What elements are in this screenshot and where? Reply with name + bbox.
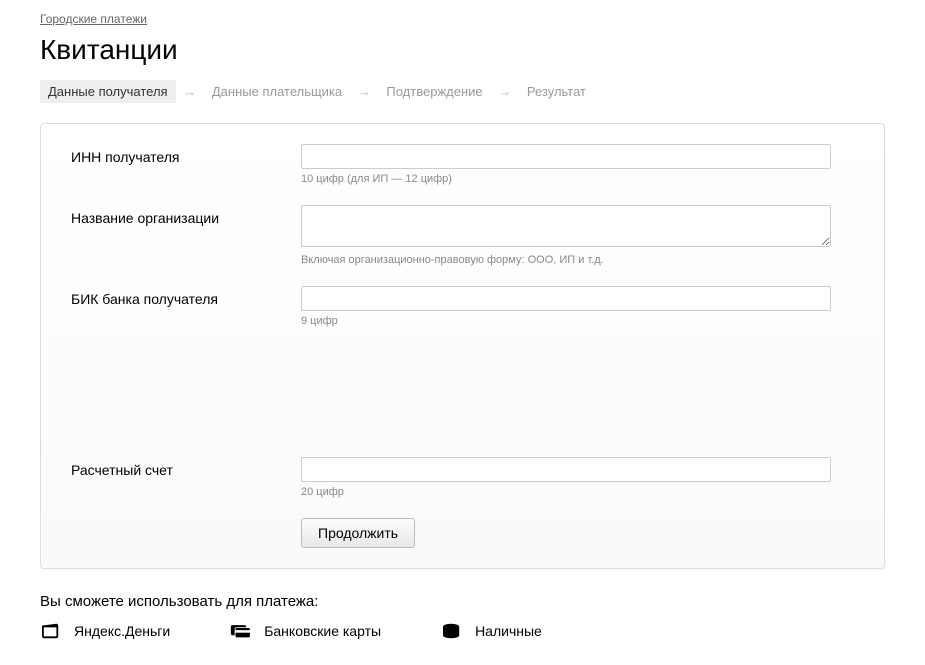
payment-methods: Яндекс.Деньги Банковские карты Наличные — [40, 622, 885, 640]
wallet-icon — [40, 622, 62, 640]
page-title: Квитанции — [40, 34, 885, 66]
cards-icon — [230, 622, 252, 640]
payment-methods-heading: Вы сможете использовать для платежа: — [40, 593, 885, 610]
method-label: Яндекс.Деньги — [74, 623, 170, 639]
inn-label: ИНН получателя — [71, 144, 301, 165]
org-hint: Включая организационно-правовую форму: О… — [301, 254, 854, 266]
inn-input[interactable] — [301, 144, 831, 169]
account-hint: 20 цифр — [301, 486, 854, 498]
step-separator: → — [358, 84, 371, 99]
bik-hint: 9 цифр — [301, 315, 854, 327]
step-separator: → — [498, 84, 511, 99]
step-result[interactable]: Результат — [519, 80, 594, 103]
step-separator: → — [183, 84, 196, 99]
org-input[interactable] — [301, 205, 831, 247]
coins-icon — [441, 622, 463, 640]
method-label: Наличные — [475, 623, 542, 639]
account-input[interactable] — [301, 457, 831, 482]
method-cash: Наличные — [441, 622, 542, 640]
step-payer-data[interactable]: Данные плательщика — [204, 80, 350, 103]
method-bank-cards: Банковские карты — [230, 622, 381, 640]
form-card: ИНН получателя 10 цифр (для ИП — 12 цифр… — [40, 123, 885, 569]
inn-hint: 10 цифр (для ИП — 12 цифр) — [301, 173, 854, 185]
org-label: Название организации — [71, 205, 301, 226]
continue-button[interactable]: Продолжить — [301, 518, 415, 548]
account-label: Расчетный счет — [71, 457, 301, 478]
breadcrumb-link[interactable]: Городские платежи — [40, 12, 147, 26]
step-confirmation[interactable]: Подтверждение — [378, 80, 490, 103]
wizard-steps: Данные получателя → Данные плательщика →… — [40, 80, 885, 103]
method-label: Банковские карты — [264, 623, 381, 639]
method-yandex-money: Яндекс.Деньги — [40, 622, 170, 640]
bik-label: БИК банка получателя — [71, 286, 301, 307]
step-recipient-data[interactable]: Данные получателя — [40, 80, 176, 103]
bik-input[interactable] — [301, 286, 831, 311]
